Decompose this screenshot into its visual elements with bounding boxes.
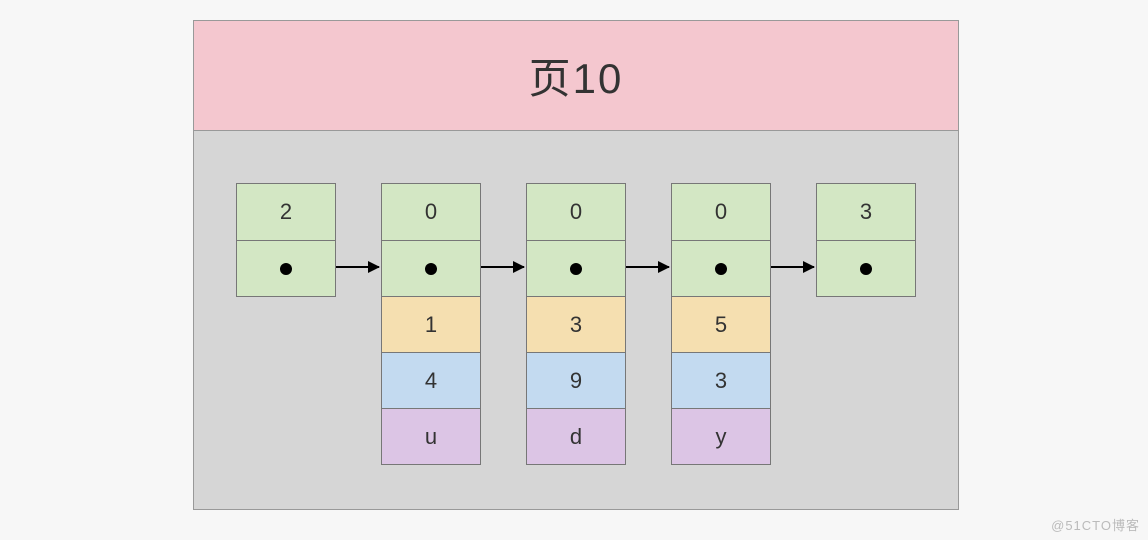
dot-icon: [425, 263, 437, 275]
node-pointer: [672, 240, 770, 296]
list-node: 2: [236, 183, 336, 297]
dot-icon: [570, 263, 582, 275]
list-node: 0 1 4 u: [381, 183, 481, 465]
page-header: 页10: [194, 21, 958, 131]
node-pointer: [382, 240, 480, 296]
node-extra-b: 9: [527, 352, 625, 408]
page-title: 页10: [529, 45, 624, 106]
node-extra-c: u: [382, 408, 480, 464]
list-node: 0 5 3 y: [671, 183, 771, 465]
list-node: 3: [816, 183, 916, 297]
page-container: 页10 2 0 1 4 u 0 3 9 d 0: [193, 20, 959, 510]
node-pointer: [237, 240, 335, 296]
watermark: @51CTO博客: [1051, 515, 1140, 534]
node-value: 0: [382, 184, 480, 240]
node-value: 3: [817, 184, 915, 240]
node-extra-c: y: [672, 408, 770, 464]
node-extra-c: d: [527, 408, 625, 464]
diagram-body: 2 0 1 4 u 0 3 9 d 0 5 3 y 3: [194, 131, 958, 509]
dot-icon: [280, 263, 292, 275]
node-value: 2: [237, 184, 335, 240]
dot-icon: [715, 263, 727, 275]
node-pointer: [527, 240, 625, 296]
node-extra-a: 1: [382, 296, 480, 352]
node-extra-a: 5: [672, 296, 770, 352]
node-extra-b: 4: [382, 352, 480, 408]
node-value: 0: [672, 184, 770, 240]
node-extra-a: 3: [527, 296, 625, 352]
node-pointer: [817, 240, 915, 296]
dot-icon: [860, 263, 872, 275]
node-value: 0: [527, 184, 625, 240]
node-extra-b: 3: [672, 352, 770, 408]
list-node: 0 3 9 d: [526, 183, 626, 465]
